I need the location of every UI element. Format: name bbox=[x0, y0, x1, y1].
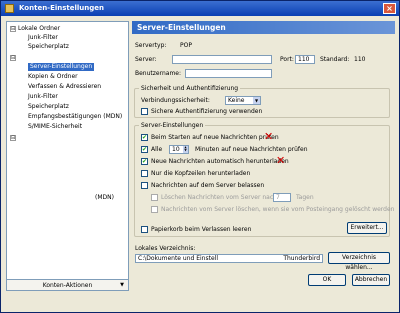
delete-after-label: Löschen Nachrichten vom Server nach bbox=[161, 194, 277, 201]
collapse-icon[interactable]: ⊟ bbox=[10, 55, 16, 61]
username-field[interactable] bbox=[185, 69, 272, 78]
tree-node-junk-filter[interactable]: Junk-Filter bbox=[28, 34, 58, 42]
server-settings-group-title: Server-Einstellungen bbox=[139, 121, 206, 130]
connection-security-label: Verbindungssicherheit: bbox=[141, 97, 210, 104]
cancel-button[interactable]: Abbrechen bbox=[352, 274, 390, 286]
minutes-stepper[interactable]: 10 ▲ ▼ bbox=[169, 145, 189, 154]
red-cross-icon: ✕ bbox=[276, 154, 286, 167]
tree-node-storage[interactable]: Speicherplatz bbox=[28, 43, 69, 51]
advanced-button[interactable]: Erweitert... bbox=[347, 222, 387, 234]
settings-panel: Server-Einstellungen Servertyp: POP Serv… bbox=[132, 21, 395, 291]
local-dir-field[interactable]: C:\Dokumente und Einstell Thunderbird bbox=[135, 254, 323, 263]
red-cross-icon: ✕ bbox=[264, 130, 274, 143]
auto-download-checkbox[interactable]: ✔ bbox=[141, 158, 148, 165]
port-field[interactable]: 110 bbox=[295, 55, 315, 64]
tree-node-receipts[interactable]: Empfangsbestätigungen (MDN) bbox=[28, 113, 122, 121]
security-group-title: Sicherheit und Authentifizierung bbox=[139, 84, 241, 93]
check-on-start-checkbox[interactable]: ✔ bbox=[141, 134, 148, 141]
window-title: Konten-Einstellungen bbox=[19, 4, 105, 12]
tree-node-account-2[interactable]: ⊟ bbox=[10, 134, 18, 142]
server-settings-group: Server-Einstellungen ✔ Beim Starten auf … bbox=[134, 121, 394, 237]
tree-node-local-folders[interactable]: ⊟ Lokale Ordner bbox=[10, 25, 60, 33]
dropdown-arrow-icon: ▼ bbox=[120, 282, 124, 288]
every-label: Alle bbox=[151, 146, 163, 153]
leave-on-server-checkbox[interactable] bbox=[141, 182, 148, 189]
server-type-label: Servertyp: bbox=[135, 42, 167, 49]
tree-node-account[interactable]: ⊟ bbox=[10, 54, 18, 62]
tree-node-server-settings[interactable]: Server-Einstellungen bbox=[28, 63, 95, 71]
delete-when-label: Nachrichten vom Server löschen, wenn sie… bbox=[161, 206, 395, 213]
check-on-start-label: Beim Starten auf neue Nachrichten prüfen bbox=[151, 134, 279, 141]
empty-trash-label: Papierkorb beim Verlassen leeren bbox=[151, 226, 252, 233]
spinner-icon[interactable]: ▲ ▼ bbox=[183, 146, 188, 153]
tree-node-smime[interactable]: S/MIME-Sicherheit bbox=[28, 123, 82, 131]
tree-node-junk-filter-2[interactable]: Junk-Filter bbox=[28, 93, 58, 101]
username-label: Benutzername: bbox=[135, 70, 182, 77]
days-field[interactable]: 7 bbox=[273, 193, 291, 202]
settings-window: Konten-Einstellungen × ⊟ Lokale Ordner Ju… bbox=[0, 0, 400, 313]
tree-node-copies-folders[interactable]: Kopien & Ordner bbox=[28, 73, 78, 81]
title-bar: Konten-Einstellungen × bbox=[1, 1, 399, 16]
check-every-checkbox[interactable]: ✔ bbox=[141, 146, 148, 153]
window-icon bbox=[5, 4, 14, 13]
days-label: Tagen bbox=[296, 194, 314, 201]
minutes-label: Minuten auf neue Nachrichten prüfen bbox=[195, 146, 308, 153]
connection-security-select[interactable]: Keine ▼ bbox=[225, 96, 261, 105]
leave-on-server-label: Nachrichten auf dem Server belassen bbox=[151, 182, 265, 189]
standard-value: 110 bbox=[354, 56, 366, 63]
standard-label: Standard: bbox=[320, 56, 350, 63]
server-type-value: POP bbox=[180, 42, 192, 49]
empty-trash-checkbox[interactable] bbox=[141, 226, 148, 233]
server-field[interactable] bbox=[172, 55, 272, 64]
collapse-icon[interactable]: ⊟ bbox=[10, 26, 16, 32]
choose-dir-button[interactable]: Verzeichnis wählen... bbox=[328, 252, 390, 271]
ok-button[interactable]: OK bbox=[308, 274, 346, 286]
tree-node-mdn[interactable]: (MDN) bbox=[95, 194, 114, 202]
server-label: Server: bbox=[135, 56, 157, 63]
account-tree: ⊟ Lokale Ordner Junk-Filter Speicherplatz… bbox=[6, 21, 129, 291]
security-group: Sicherheit und Authentifizierung Verbind… bbox=[134, 84, 390, 118]
local-dir-label: Lokales Verzeichnis: bbox=[135, 245, 196, 252]
headers-only-label: Nur die Kopfzeilen herunterladen bbox=[151, 170, 251, 177]
panel-header: Server-Einstellungen bbox=[132, 21, 395, 34]
secure-auth-checkbox[interactable] bbox=[141, 108, 148, 115]
collapse-icon[interactable]: ⊟ bbox=[10, 135, 16, 141]
headers-only-checkbox[interactable] bbox=[141, 170, 148, 177]
close-button[interactable]: × bbox=[383, 3, 396, 14]
delete-after-checkbox[interactable] bbox=[151, 194, 158, 201]
port-label: Port: bbox=[280, 56, 294, 63]
auto-download-label: Neue Nachrichten automatisch herunterlad… bbox=[151, 158, 289, 165]
tree-node-storage-2[interactable]: Speicherplatz bbox=[28, 103, 69, 111]
delete-when-checkbox[interactable] bbox=[151, 206, 158, 213]
secure-auth-label: Sichere Authentifizierung verwenden bbox=[151, 108, 263, 115]
account-actions-button[interactable]: Konten-Aktionen ▼ bbox=[6, 279, 129, 291]
tree-node-composition[interactable]: Verfassen & Adressieren bbox=[28, 83, 101, 91]
dropdown-arrow-icon: ▼ bbox=[253, 97, 260, 104]
